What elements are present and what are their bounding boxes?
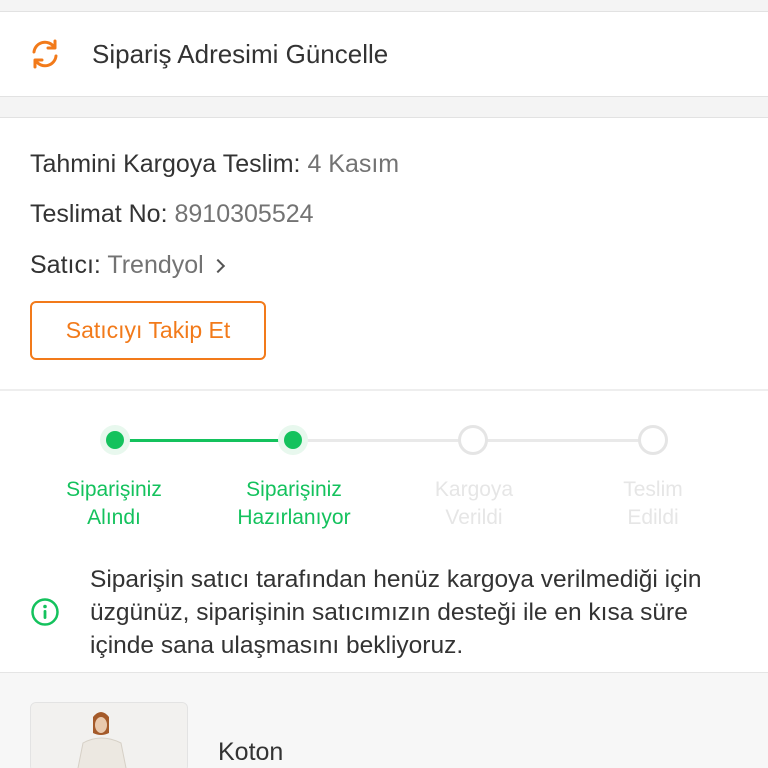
estimated-delivery-row: Tahmini Kargoya Teslim: 4 Kasım <box>30 150 399 179</box>
seller-value: Trendyol <box>107 251 204 279</box>
seller-link[interactable]: Satıcı: Trendyol <box>30 251 225 280</box>
delivery-number-row: Teslimat No: 8910305524 <box>30 200 314 229</box>
delivery-number-key: Teslimat No: <box>30 200 168 228</box>
estimated-delivery-value: 4 Kasım <box>307 150 400 178</box>
follow-seller-button[interactable]: Satıcıyı Takip Et <box>30 301 266 360</box>
step-label-delivered: Teslim Edildi <box>623 478 683 529</box>
step-label-preparing: Siparişiniz Hazırlanıyor <box>237 478 351 529</box>
step-label-ordered: Siparişiniz Alındı <box>66 478 162 529</box>
refresh-icon <box>32 39 58 69</box>
step-dot-delivered <box>638 425 668 455</box>
product-brand: Koton <box>218 738 284 766</box>
tracker-line-done <box>115 439 293 442</box>
update-address-label: Sipariş Adresimi Güncelle <box>92 39 389 69</box>
chevron-right-icon <box>210 258 225 274</box>
divider <box>0 389 768 391</box>
estimated-delivery-key: Tahmini Kargoya Teslim: <box>30 150 301 178</box>
step-dot-preparing <box>278 425 308 455</box>
tracker-line-pending <box>473 439 653 442</box>
top-separator <box>0 0 768 12</box>
delivery-number-value: 8910305524 <box>174 200 314 228</box>
seller-key: Satıcı: <box>30 251 101 279</box>
order-tracker: Siparişiniz Alındı Siparişiniz Hazırlanı… <box>0 420 768 540</box>
product-photo <box>31 703 187 768</box>
step-dot-shipped <box>458 425 488 455</box>
section-separator <box>0 96 768 118</box>
notice-text: Siparişin satıcı tarafından henüz kargoy… <box>90 566 702 659</box>
step-dot-ordered <box>100 425 130 455</box>
update-address-row[interactable]: Sipariş Adresimi Güncelle <box>0 12 768 96</box>
tracker-line-pending <box>293 439 473 442</box>
product-image[interactable] <box>30 702 188 768</box>
info-icon <box>31 598 59 626</box>
step-label-shipped: Kargoya Verildi <box>434 478 514 529</box>
